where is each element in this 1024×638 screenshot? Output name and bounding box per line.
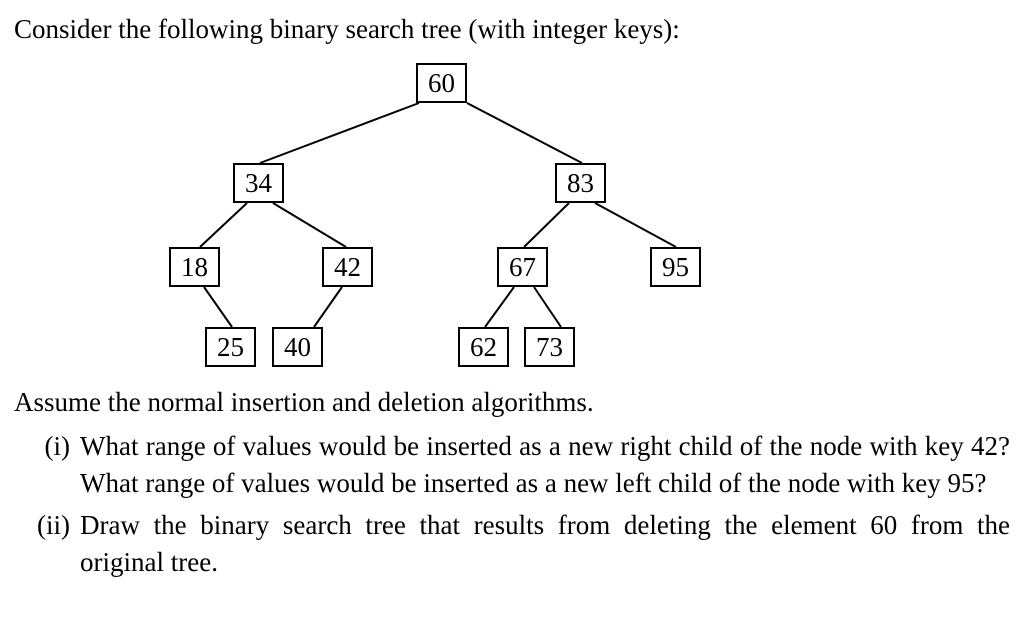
node-60: 60 [416,63,467,103]
roman-i: (i) [14,428,80,501]
node-34: 34 [233,163,284,203]
intro-text: Consider the following binary search tre… [14,12,1010,47]
questions: (i) What range of values would be insert… [14,428,1010,580]
node-67: 67 [497,247,548,287]
question-ii-text: Draw the binary search tree that results… [80,507,1010,580]
node-62: 62 [458,327,509,367]
node-95: 95 [650,247,701,287]
node-25: 25 [205,327,256,367]
bst-diagram: 60 34 83 18 42 67 95 25 40 62 73 [14,57,1010,377]
node-42: 42 [322,247,373,287]
node-18: 18 [169,247,220,287]
page: Consider the following binary search tre… [0,0,1024,638]
tree-edges [14,57,1010,377]
question-i-text: What range of values would be inserted a… [80,428,1010,501]
assumption-text: Assume the normal insertion and deletion… [14,385,1010,420]
question-i: (i) What range of values would be insert… [14,428,1010,501]
question-ii: (ii) Draw the binary search tree that re… [0,507,1010,580]
node-83: 83 [555,163,606,203]
node-40: 40 [272,327,323,367]
roman-ii: (ii) [0,507,80,580]
node-73: 73 [524,327,575,367]
